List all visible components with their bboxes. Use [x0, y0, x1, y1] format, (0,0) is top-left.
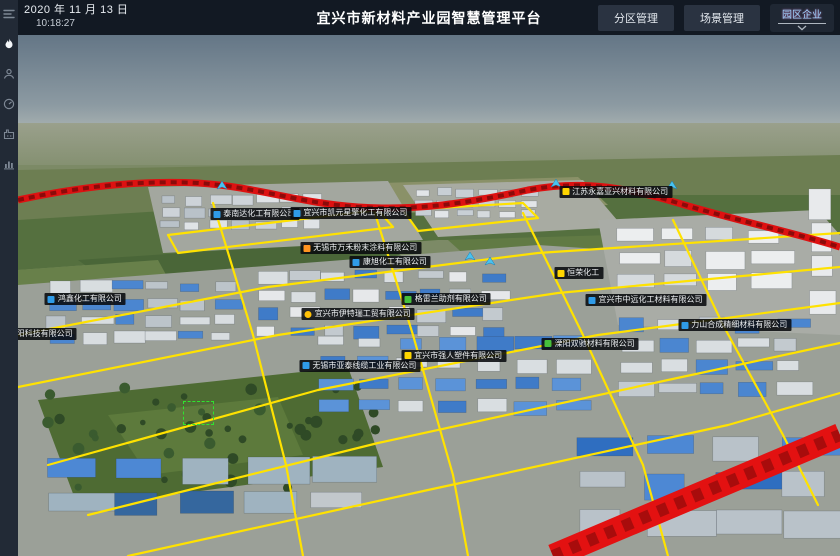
- page-title: 宜兴市新材料产业园智慧管理平台: [317, 8, 542, 28]
- factory-marker-icon: [293, 210, 300, 217]
- map-label-text: 鸿鑫化工有限公司: [58, 295, 122, 303]
- map-label-text: 格雷兰助剂有限公司: [415, 295, 487, 303]
- gauge-icon: [3, 98, 15, 110]
- user-icon: [3, 68, 15, 80]
- map-label[interactable]: 无锡市万禾粉末涂料有限公司: [300, 242, 421, 254]
- datetime-block: 2020 年 11 月 13 日 10:18:27: [24, 4, 128, 30]
- factory-marker-icon: [213, 211, 220, 218]
- map-label[interactable]: 格雷兰助剂有限公司: [402, 293, 491, 305]
- flame-icon: [3, 38, 15, 50]
- map-label[interactable]: 庆阳科技有限公司: [18, 328, 77, 340]
- factory-icon: [3, 128, 15, 140]
- map-labels-layer: 泰南达化工有限公司宜兴市凯元星擎化工有限公司无锡市万禾粉末涂料有限公司康旭化工有…: [18, 35, 840, 556]
- sidebar: [0, 0, 18, 556]
- map-label[interactable]: 江苏永嘉亚兴材料有限公司: [559, 186, 672, 198]
- park-enterprise-dropdown[interactable]: 园区企业: [770, 4, 834, 32]
- factory-marker-icon: [404, 352, 411, 359]
- sidebar-item-user[interactable]: [2, 67, 16, 81]
- factory-marker-icon: [302, 362, 309, 369]
- factory-marker-icon: [545, 340, 552, 347]
- factory-marker-icon: [589, 297, 596, 304]
- map-label-text: 溧阳双驰材料有限公司: [555, 340, 635, 348]
- map-label-text: 泰南达化工有限公司: [223, 210, 295, 218]
- current-date: 2020 年 11 月 13 日: [24, 4, 128, 18]
- map-label-text: 恒荣化工: [567, 269, 599, 277]
- factory-marker-icon: [562, 188, 569, 195]
- sidebar-item-fire[interactable]: [2, 37, 16, 51]
- map-viewport[interactable]: 泰南达化工有限公司宜兴市凯元星擎化工有限公司无锡市万禾粉末涂料有限公司康旭化工有…: [18, 35, 840, 556]
- map-label[interactable]: 溧阳双驰材料有限公司: [542, 338, 639, 350]
- map-label-text: 力山合成精细材料有限公司: [691, 321, 787, 329]
- factory-marker-icon: [405, 296, 412, 303]
- map-label[interactable]: 鸿鑫化工有限公司: [45, 293, 126, 305]
- chevron-down-icon: [797, 25, 807, 31]
- logo-marker-icon: [681, 322, 688, 329]
- menu-icon: [3, 8, 15, 20]
- map-label[interactable]: 康旭化工有限公司: [350, 256, 431, 268]
- map-label-text: 康旭化工有限公司: [363, 258, 427, 266]
- app-window: 2020 年 11 月 13 日 10:18:27 宜兴市新材料产业园智慧管理平…: [0, 0, 840, 556]
- factory-marker-icon: [303, 245, 310, 252]
- map-label[interactable]: 宜兴市伊特瑞工贸有限公司: [302, 308, 415, 320]
- sidebar-item-gauge[interactable]: [2, 97, 16, 111]
- sidebar-item-menu[interactable]: [2, 7, 16, 21]
- map-label[interactable]: 无锡市亚泰线缆工业有限公司: [299, 360, 420, 372]
- factory-marker-icon: [557, 270, 564, 277]
- map-label-text: 宜兴市强人塑件有限公司: [414, 352, 502, 360]
- sidebar-item-stats[interactable]: [2, 157, 16, 171]
- map-label[interactable]: 泰南达化工有限公司: [210, 208, 299, 220]
- header-actions: 分区管理 场景管理 园区企业: [598, 4, 834, 32]
- top-header: 2020 年 11 月 13 日 10:18:27 宜兴市新材料产业园智慧管理平…: [18, 0, 840, 35]
- map-label[interactable]: 宜兴市凯元星擎化工有限公司: [290, 207, 411, 219]
- map-label-text: 无锡市万禾粉末涂料有限公司: [313, 244, 417, 252]
- map-label-text: 宜兴市中远化工材料有限公司: [599, 296, 703, 304]
- selection-box: [183, 401, 213, 425]
- map-label-text: 宜兴市凯元星擎化工有限公司: [303, 209, 407, 217]
- map-label-text: 宜兴市伊特瑞工贸有限公司: [315, 310, 411, 318]
- sidebar-item-factory[interactable]: [2, 127, 16, 141]
- dropdown-label: 园区企业: [778, 6, 826, 24]
- current-time: 10:18:27: [24, 18, 128, 31]
- map-label[interactable]: 恒荣化工: [554, 267, 603, 279]
- main-column: 2020 年 11 月 13 日 10:18:27 宜兴市新材料产业园智慧管理平…: [18, 0, 840, 556]
- factory-marker-icon: [353, 259, 360, 266]
- zone-management-button[interactable]: 分区管理: [598, 5, 674, 31]
- map-label-text: 无锡市亚泰线缆工业有限公司: [312, 362, 416, 370]
- factory-marker-icon: [48, 296, 55, 303]
- map-label[interactable]: 力山合成精细材料有限公司: [678, 319, 791, 331]
- map-label-text: 庆阳科技有限公司: [18, 330, 73, 338]
- map-label-text: 江苏永嘉亚兴材料有限公司: [572, 188, 668, 196]
- map-label[interactable]: 宜兴市中远化工材料有限公司: [586, 294, 707, 306]
- badge-marker-icon: [305, 311, 312, 318]
- scene-management-button[interactable]: 场景管理: [684, 5, 760, 31]
- bar-chart-icon: [3, 158, 15, 170]
